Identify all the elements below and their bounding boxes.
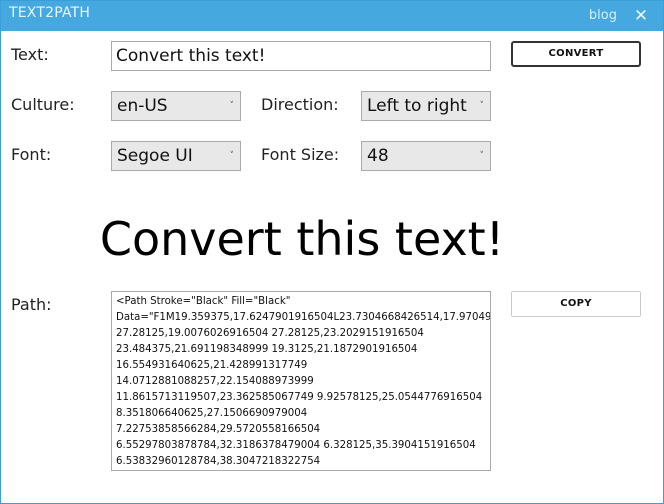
chevron-down-icon: ˅ [479,151,485,161]
culture-label: Culture: [11,95,75,114]
path-line: Data="F1M19.359375,17.6247901916504L23.7… [116,312,491,323]
font-size-label: Font Size: [261,145,340,164]
path-line: 16.554931640625,21.428991317749 [116,360,308,371]
text-preview: Convert this text! [99,212,505,266]
path-line: 27.28125,19.0076026916504 27.28125,23.20… [116,328,424,339]
title-bar[interactable]: TEXT2PATH blog ✕ [1,1,663,31]
font-select-value: Segoe UI [117,146,193,166]
text-input[interactable]: Convert this text! [111,41,491,71]
path-label: Path: [11,295,52,314]
app-title: TEXT2PATH [9,5,91,21]
font-label: Font: [11,145,52,164]
path-line: <Path Stroke="Black" Fill="Black" [116,296,291,307]
path-output[interactable]: <Path Stroke="Black" Fill="Black" Data="… [111,291,491,471]
copy-button[interactable]: COPY [511,291,641,317]
path-line: 11.8615713119507,23.362585067749 9.92578… [116,392,483,403]
path-line: 7.22753858566284,29.5720558166504 [116,424,321,435]
convert-button[interactable]: CONVERT [511,41,641,67]
text-label: Text: [11,45,49,64]
chevron-down-icon: ˅ [229,101,235,111]
close-icon[interactable]: ✕ [629,4,653,28]
direction-label: Direction: [261,95,339,114]
culture-select-value: en-US [117,96,168,116]
direction-select-value: Left to right [367,96,467,116]
chevron-down-icon: ˅ [229,151,235,161]
culture-select[interactable]: en-US ˅ [111,91,241,121]
path-line: 8.351806640625,27.1506690979004 [116,408,308,419]
font-select[interactable]: Segoe UI ˅ [111,141,241,171]
path-line: 6.55297803878784,32.3186378479004 6.3281… [116,440,476,451]
path-line: 6.53832960128784,38.3047218322754 [116,456,321,467]
path-line: 14.0712881088257,22.154088973999 [116,376,314,387]
chevron-down-icon: ˅ [479,101,485,111]
blog-link[interactable]: blog [589,8,617,23]
font-size-select[interactable]: 48 ˅ [361,141,491,171]
font-size-select-value: 48 [367,146,389,166]
direction-select[interactable]: Left to right ˅ [361,91,491,121]
app-window: TEXT2PATH blog ✕ Text: Convert this text… [0,0,664,504]
path-line: 23.484375,21.691198348999 19.3125,21.187… [116,344,418,355]
